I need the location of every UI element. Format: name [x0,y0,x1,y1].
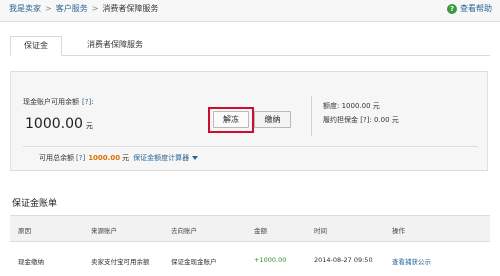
panel-divider [23,146,478,147]
tab-consumer-protection[interactable]: 消费者保障服务 [72,36,158,56]
cell-source-account: 卖家支付宝可用余额 [91,258,150,266]
cell-time: 2014-08-27 09:50 [314,256,373,264]
cash-balance-amount: 1000.00 [25,116,83,132]
table-row: 现金缴纳 卖家支付宝可用余额 保证金现金账户 +1000.00 2014-08-… [10,242,490,272]
cell-target-account: 保证金现金账户 [171,258,217,266]
tab-deposit[interactable]: 保证金 [10,36,62,56]
help-link[interactable]: 查看帮助 [460,4,492,13]
unfreeze-button[interactable]: 解冻 [213,111,249,128]
breadcrumb-customer-service[interactable]: 客户服务 [56,4,88,13]
breadcrumb-seller[interactable]: 我是卖家 [9,4,41,13]
col-header-action: 操作 [392,227,405,235]
cell-amount: +1000.00 [254,256,287,264]
col-header-time: 时间 [314,227,327,235]
col-header-target-account: 去向账户 [171,227,197,235]
usable-balance-unit: 元 [122,154,130,162]
usable-balance-label: 可用总余额 [39,154,74,162]
top-bar: 我是卖家 > 客户服务 > 消费者保障服务 ? 查看帮助 [0,0,500,22]
col-header-amount: 金额 [254,227,267,235]
breadcrumb-separator: > [45,4,52,13]
cash-account-label: 现金账户可用余额 [?]: [23,97,94,107]
cell-action: 查看捕获公示 [392,256,431,266]
breadcrumb-current: 消费者保障服务 [102,4,159,13]
performance-guarantee-line: 履约担保金 [?]: 0.00 元 [323,116,399,124]
col-header-reason: 原因 [18,227,31,235]
view-action-link[interactable]: 查看捕获公示 [392,258,431,266]
chevron-down-icon[interactable] [192,156,199,160]
deposit-panel: 现金账户可用余额 [?]: 1000.00 元 解冻 缴纳 额度: 1000.00 … [10,71,488,171]
question-icon: ? [447,4,457,14]
cash-balance: 1000.00 元 [25,115,93,135]
cash-balance-unit: 元 [85,122,93,130]
ledger-table: 原因 来源账户 去向账户 金额 时间 操作 现金缴纳 卖家支付宝可用余额 保证金… [10,215,490,272]
breadcrumb: 我是卖家 > 客户服务 > 消费者保障服务 [9,3,158,15]
col-header-source-account: 来源账户 [91,227,117,235]
cash-account-help-link[interactable]: [?] [82,98,91,106]
cash-account-label-colon: : [91,98,94,106]
tab-bar: 保证金 消费者保障服务 [10,36,490,56]
vertical-divider [311,96,312,136]
usable-balance-value: 1000.00 [88,154,121,162]
cell-reason: 现金缴纳 [18,258,44,266]
breadcrumb-separator: > [91,4,99,13]
quota-info: 额度: 1000.00 元 履约担保金 [?]: 0.00 元 [323,99,399,127]
deposit-calculator-link[interactable]: 保证金额度计算器 [133,154,189,162]
usable-balance-row: 可用总余额 [?] 1000.00 元保证金额度计算器 [39,152,199,164]
quota-line: 额度: 1000.00 元 [323,102,380,110]
help-link-group[interactable]: ? 查看帮助 [447,3,492,16]
usable-balance-help-link[interactable]: [?] [76,154,85,162]
ledger-title: 保证金账单 [12,199,58,209]
cash-account-label-text: 现金账户可用余额 [23,98,79,106]
table-header: 原因 来源账户 去向账户 金额 时间 操作 [10,215,490,242]
pay-button[interactable]: 缴纳 [254,111,291,128]
